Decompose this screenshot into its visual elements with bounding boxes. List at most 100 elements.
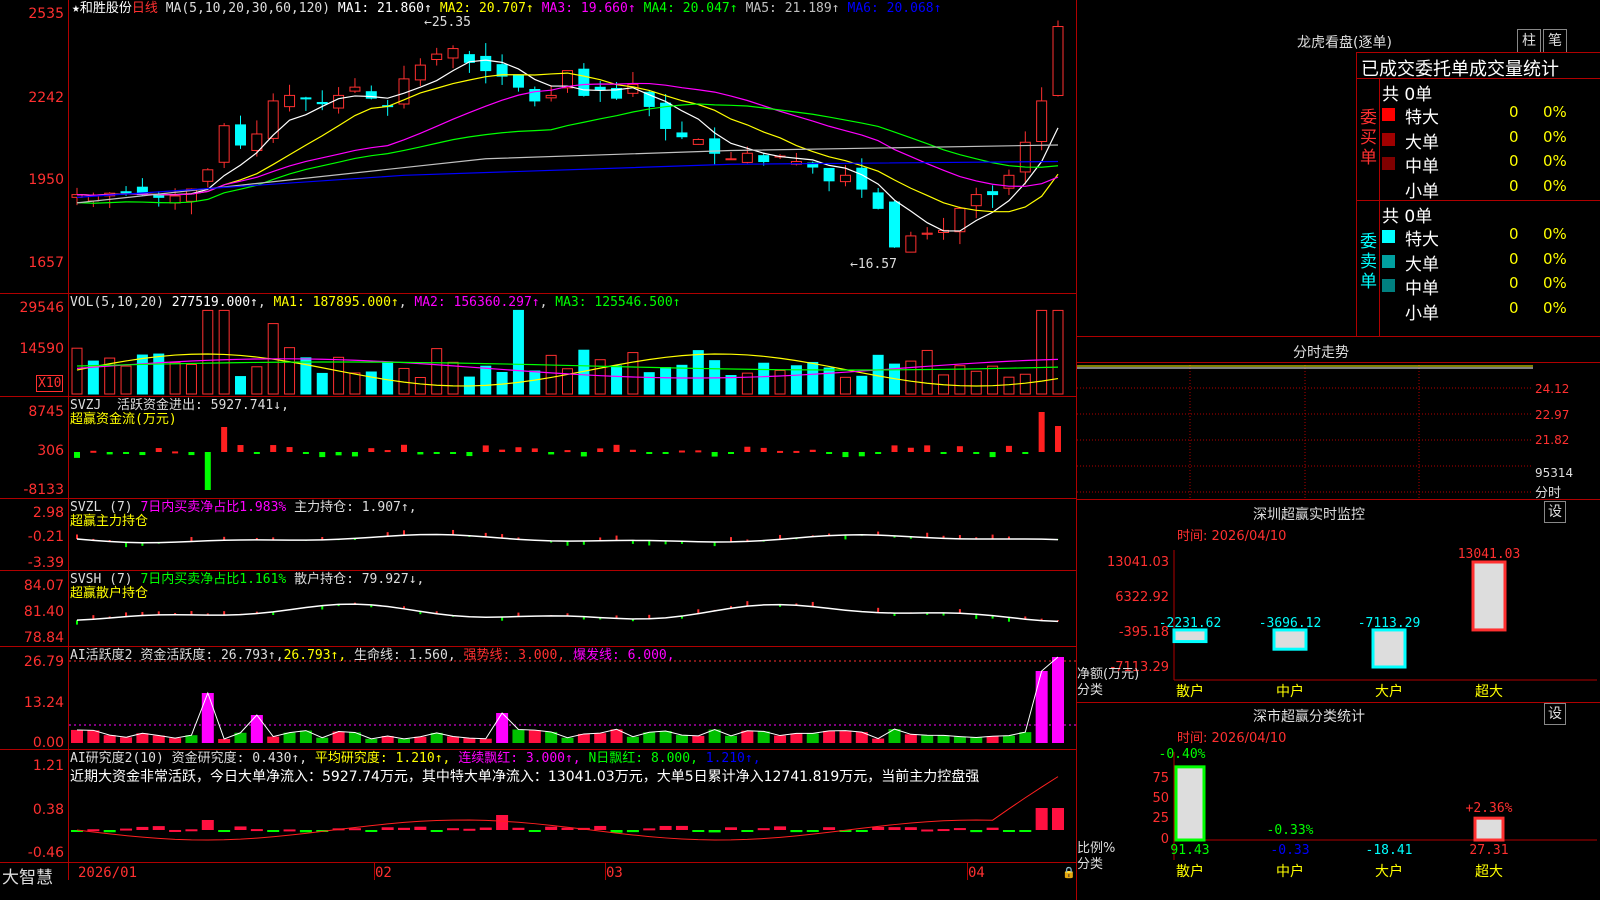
activity-chart[interactable] [69, 647, 1076, 749]
candle-body [905, 235, 917, 253]
sz-monitor-settings-button[interactable]: 设 [1544, 501, 1566, 523]
sz-monitor-chart[interactable]: 13041.036322.92-395.18-7113.29-2231.62散户… [1077, 540, 1600, 700]
flow-bar [172, 451, 179, 454]
candle-body [594, 86, 606, 91]
candle-body [512, 74, 524, 88]
volume-bar [725, 375, 737, 395]
research-bar [725, 827, 737, 830]
sz-class-chart[interactable]: 75 50 25 091.43 -0.40% 散户 -0.33 -0.33% 中户 -18.41 大… [1077, 742, 1600, 900]
volume-bar [316, 372, 328, 395]
activity-bar [937, 735, 950, 743]
activity-bar [774, 735, 787, 743]
research-bar [1002, 830, 1015, 832]
chart-area[interactable]: ★和胜股份日线 MA(5,10,20,30,60,120) MA1: 21.86… [0, 0, 1077, 900]
activity-bar [398, 738, 410, 743]
flow-bar [728, 452, 734, 454]
flow-bar [629, 449, 636, 452]
activity-bar [103, 735, 116, 743]
activity-bar [904, 734, 917, 743]
candlestick-chart[interactable] [69, 0, 1076, 293]
volume-bar [987, 365, 999, 395]
volume-chart[interactable] [69, 294, 1076, 396]
brand-logo[interactable]: 大智慧 [2, 863, 53, 888]
date-label: 2026/01 [78, 865, 138, 881]
activity-bar [692, 735, 705, 743]
candle-body [856, 167, 868, 190]
research-bar [398, 827, 410, 830]
candle-body [1052, 26, 1064, 96]
volume-bar [545, 354, 557, 395]
candle-body [921, 232, 933, 235]
candle-body [235, 124, 246, 146]
volume-bar [349, 372, 361, 395]
flow-bar [204, 452, 211, 490]
volume-bar [300, 357, 312, 395]
flow-bar [319, 452, 326, 458]
order-percent: 0% [1543, 298, 1567, 317]
activity-bar [561, 737, 574, 743]
ratio-value: 27.31 [1469, 843, 1508, 858]
sz-class-settings-button[interactable]: 设 [1544, 703, 1566, 725]
category-label: 中户 [1276, 683, 1304, 700]
intraday-axis-label: 95314 [1535, 466, 1574, 480]
axis-tick-label: 0 [1161, 832, 1169, 847]
flow-bar [956, 446, 963, 452]
activity-bar [626, 736, 639, 743]
volume-bar [1052, 309, 1064, 395]
order-percent: 0% [1543, 225, 1567, 243]
intraday-axis-label: 21.82 [1535, 433, 1570, 447]
intraday-chart[interactable] [1077, 362, 1533, 498]
flow-bar [237, 445, 244, 452]
activity-bar [201, 693, 214, 743]
candle-body [676, 132, 688, 138]
order-type-label: 小单 [1405, 303, 1439, 324]
column-view-button[interactable]: 柱 [1517, 29, 1541, 53]
volume-bar [284, 347, 296, 395]
activity-bar [71, 729, 83, 743]
order-type-label: 中单 [1405, 157, 1439, 177]
volume-bar [235, 376, 246, 395]
category-label: 大户 [1375, 683, 1403, 700]
x-axis-title: 分类 [1077, 683, 1103, 698]
order-percent: 0% [1543, 152, 1567, 170]
research-bar [1035, 808, 1048, 830]
research-bar [594, 825, 607, 830]
capital-flow-chart[interactable] [69, 397, 1076, 498]
lock-icon[interactable]: 🔒 [1062, 866, 1076, 879]
order-swatch [1382, 157, 1395, 170]
flow-bar [826, 452, 833, 454]
research-bar [659, 825, 672, 830]
activity-bar [267, 736, 280, 743]
buy-count: 共 0单 [1382, 85, 1433, 105]
category-label: 大户 [1375, 863, 1403, 880]
activity-bar [479, 738, 492, 743]
flow-bar [973, 452, 980, 454]
volume-bar [562, 368, 573, 395]
flow-bar [580, 452, 587, 457]
candle-body [480, 55, 492, 72]
flow-bar [695, 450, 702, 453]
high-price-label: ←25.35 [424, 15, 471, 30]
low-price-label: ←16.57 [850, 257, 897, 272]
candle-body [316, 101, 328, 105]
sell-orders-label: 委卖单 [1360, 232, 1377, 292]
activity-bar [970, 737, 983, 743]
retail-chart[interactable] [69, 571, 1076, 646]
flow-bar [482, 445, 489, 452]
intraday-axis-label: 24.12 [1535, 382, 1570, 396]
flow-bar [1055, 426, 1061, 452]
tick-view-button[interactable]: 笔 [1543, 29, 1567, 53]
order-type-label: 特大 [1405, 230, 1439, 250]
research-bar [953, 828, 966, 831]
research-bar [234, 826, 247, 830]
flow-bar [401, 444, 407, 452]
research-chart[interactable] [69, 750, 1076, 862]
sz-monitor-title: 深圳超赢实时监控 [1253, 507, 1365, 523]
research-bar [774, 826, 787, 830]
activity-bar [1019, 732, 1032, 743]
research-bar [757, 828, 770, 831]
research-bar [675, 825, 688, 830]
volume-bar [333, 356, 345, 395]
main-force-chart[interactable] [69, 499, 1076, 570]
candle-body [120, 191, 132, 194]
